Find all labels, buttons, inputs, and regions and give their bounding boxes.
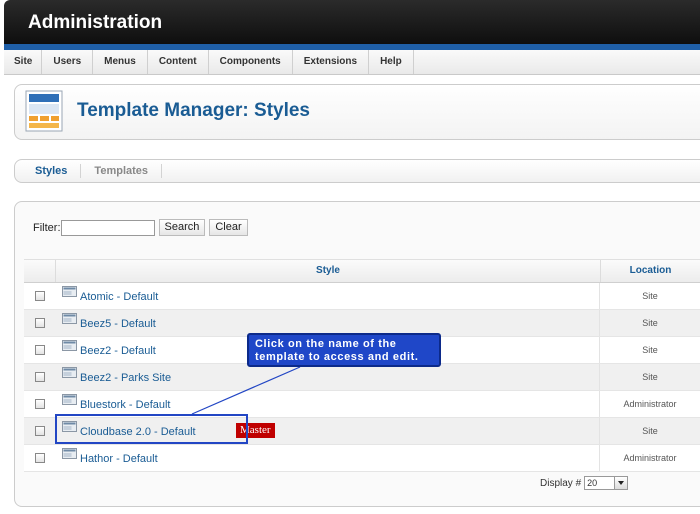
- template-thumbnail-icon: [62, 367, 77, 378]
- menu-item-site[interactable]: Site: [4, 50, 43, 74]
- annotation-highlight-box: [55, 414, 248, 444]
- clear-button[interactable]: Clear: [209, 219, 248, 236]
- row-checkbox[interactable]: [35, 426, 45, 436]
- column-header-style[interactable]: Style: [56, 260, 601, 282]
- display-count-select[interactable]: 20: [584, 476, 629, 490]
- chevron-down-icon: [614, 477, 628, 489]
- tab-styles[interactable]: Styles: [15, 164, 82, 178]
- display-count-value: 20: [587, 478, 598, 488]
- header-title: Administration: [28, 12, 163, 33]
- style-link[interactable]: Beez2 - Default: [80, 345, 156, 357]
- location-cell: Site: [599, 364, 700, 390]
- app-header: Administration: [4, 0, 700, 44]
- annotation-line-1: Click on the name of the: [255, 338, 397, 350]
- filter-input[interactable]: [60, 219, 155, 236]
- toolbar: Template Manager: Styles: [14, 84, 700, 140]
- row-checkbox[interactable]: [35, 345, 45, 355]
- location-cell: Site: [599, 337, 700, 363]
- template-thumbnail-icon: [62, 286, 77, 297]
- style-link[interactable]: Hathor - Default: [80, 453, 158, 465]
- location-cell: Site: [599, 283, 700, 309]
- page-title: Template Manager: Styles: [77, 100, 311, 121]
- template-manager-icon: [25, 90, 63, 132]
- menu-item-extensions[interactable]: Extensions: [293, 50, 370, 74]
- menu-item-components[interactable]: Components: [209, 50, 293, 74]
- display-label: Display #: [540, 477, 582, 489]
- row-checkbox[interactable]: [35, 291, 45, 301]
- location-cell: Site: [599, 418, 700, 444]
- row-checkbox[interactable]: [35, 453, 45, 463]
- row-checkbox[interactable]: [35, 399, 45, 409]
- table-header: Style Location: [24, 259, 700, 283]
- table-row: Atomic - Default Site: [24, 283, 700, 310]
- search-button[interactable]: Search: [158, 219, 206, 236]
- pagination-display: Display # 20: [540, 476, 629, 490]
- annotation-line-2: template to access and edit.: [255, 351, 419, 363]
- submenu-tabs: Styles Templates: [14, 159, 700, 183]
- style-link[interactable]: Beez5 - Default: [80, 318, 156, 330]
- row-checkbox[interactable]: [35, 318, 45, 328]
- style-link[interactable]: Beez2 - Parks Site: [80, 372, 171, 384]
- template-thumbnail-icon: [62, 340, 77, 351]
- template-thumbnail-icon: [62, 313, 77, 324]
- table-row: Beez2 - Parks Site Site: [24, 364, 700, 391]
- filter-bar: Filter: Search Clear: [33, 219, 248, 236]
- location-cell: Site: [599, 310, 700, 336]
- menu-item-help[interactable]: Help: [369, 50, 414, 74]
- style-link[interactable]: Bluestork - Default: [80, 399, 170, 411]
- row-checkbox[interactable]: [35, 372, 45, 382]
- template-thumbnail-icon: [62, 448, 77, 459]
- menu-item-content[interactable]: Content: [148, 50, 209, 74]
- tab-templates[interactable]: Templates: [81, 164, 163, 178]
- style-link[interactable]: Atomic - Default: [80, 291, 158, 303]
- annotation-callout: Click on the name of the template to acc…: [247, 333, 441, 367]
- filter-label: Filter:: [33, 221, 61, 234]
- menu-item-menus[interactable]: Menus: [93, 50, 148, 74]
- location-cell: Administrator: [599, 391, 700, 417]
- location-cell: Administrator: [599, 445, 700, 471]
- column-header-location[interactable]: Location: [601, 260, 700, 282]
- menu-item-users[interactable]: Users: [42, 50, 94, 74]
- main-menu: Site Users Menus Content Components Exte…: [4, 50, 700, 75]
- table-row: Hathor - Default Administrator: [24, 445, 700, 472]
- template-thumbnail-icon: [62, 394, 77, 405]
- header-checkbox-cell: [24, 260, 56, 282]
